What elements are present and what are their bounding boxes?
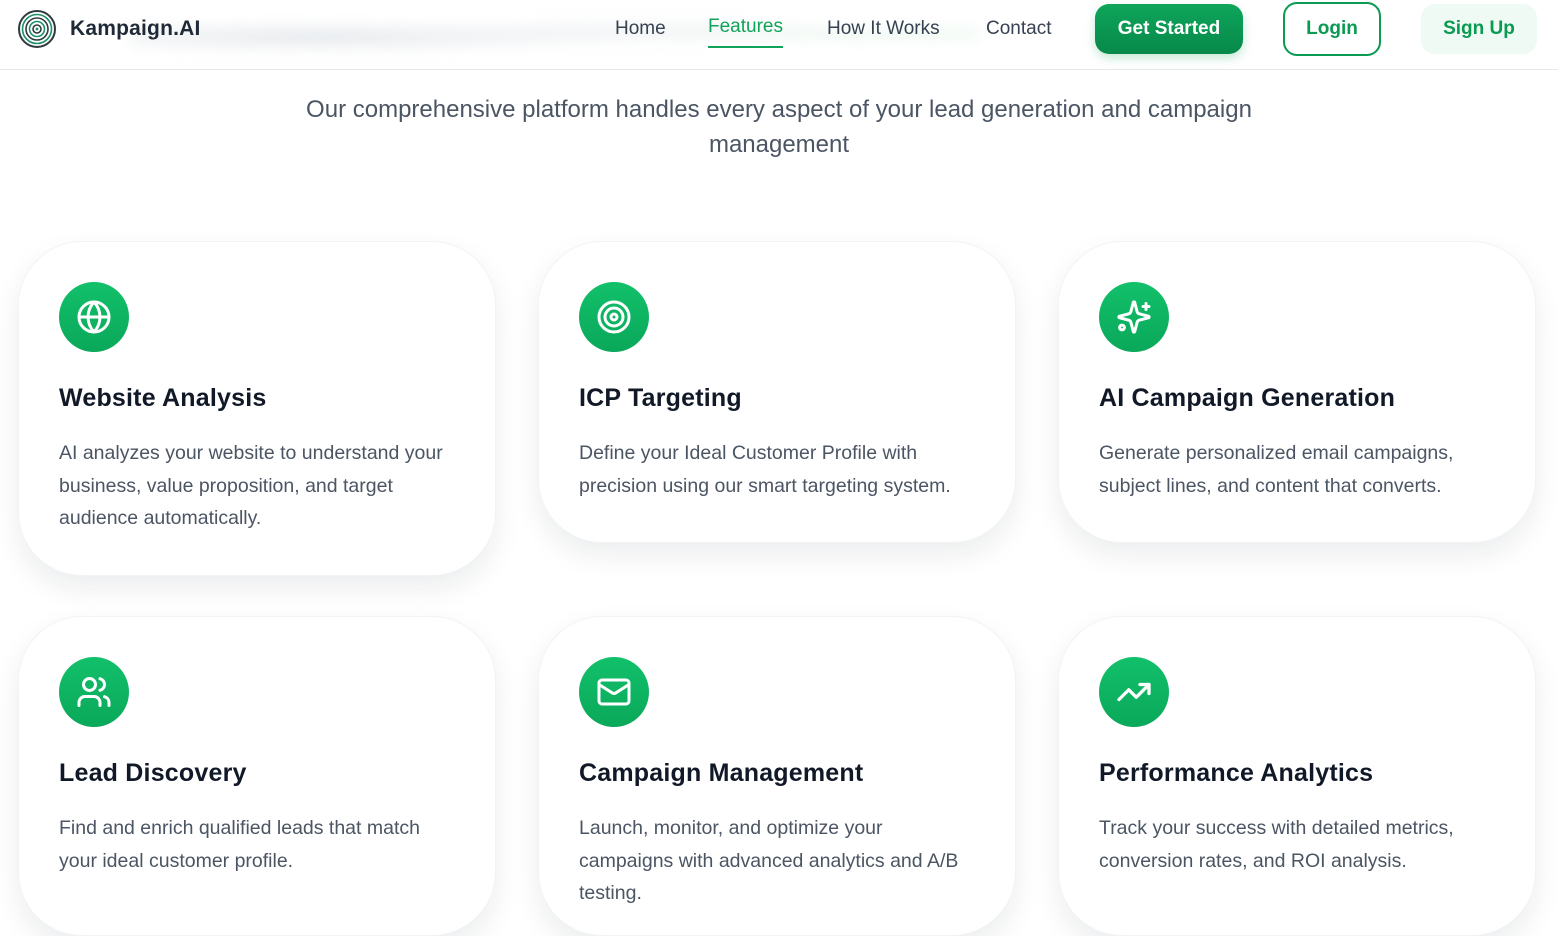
feature-card-website-analysis: Website Analysis AI analyzes your websit… [18, 241, 496, 576]
mail-icon [579, 657, 649, 727]
feature-card-performance-analytics: Performance Analytics Track your success… [1058, 616, 1536, 936]
sign-up-button[interactable]: Sign Up [1421, 4, 1537, 54]
users-icon [59, 657, 129, 727]
feature-description: Find and enrich qualified leads that mat… [59, 817, 420, 872]
feature-description: Define your Ideal Customer Profile with … [579, 442, 951, 497]
get-started-button[interactable]: Get Started [1095, 4, 1243, 54]
feature-card-icp-targeting: ICP Targeting Define your Ideal Customer… [538, 241, 1016, 543]
sparkles-icon [1099, 282, 1169, 352]
feature-description: Launch, monitor, and optimize your campa… [579, 817, 959, 904]
brand[interactable]: Kampaign.AI [18, 10, 201, 48]
feature-description: AI analyzes your website to understand y… [59, 442, 443, 529]
nav-how-it-works[interactable]: How It Works [827, 18, 940, 40]
feature-card-campaign-management: Campaign Management Launch, monitor, and… [538, 616, 1016, 936]
globe-icon [59, 282, 129, 352]
section-subtitle: Our comprehensive platform handles every… [306, 96, 1252, 158]
feature-description: Track your success with detailed metrics… [1099, 817, 1454, 872]
feature-title: Campaign Management [579, 759, 864, 787]
nav-features[interactable]: Features [708, 16, 783, 48]
trending-up-icon [1099, 657, 1169, 727]
feature-card-lead-discovery: Lead Discovery Find and enrich qualified… [18, 616, 496, 936]
logo-icon [18, 10, 56, 48]
target-icon [579, 282, 649, 352]
feature-card-ai-campaign-generation: AI Campaign Generation Generate personal… [1058, 241, 1536, 543]
login-button[interactable]: Login [1283, 2, 1381, 56]
nav-contact[interactable]: Contact [986, 18, 1051, 40]
feature-description: Generate personalized email campaigns, s… [1099, 442, 1454, 497]
feature-title: Performance Analytics [1099, 759, 1374, 787]
site-header: Kampaign.AI Home Features How It Works C… [0, 0, 1558, 70]
feature-title: ICP Targeting [579, 384, 742, 412]
nav-home[interactable]: Home [615, 18, 666, 40]
feature-title: Website Analysis [59, 384, 267, 412]
feature-title: AI Campaign Generation [1099, 384, 1396, 412]
brand-name: Kampaign.AI [70, 17, 201, 40]
feature-title: Lead Discovery [59, 759, 247, 787]
